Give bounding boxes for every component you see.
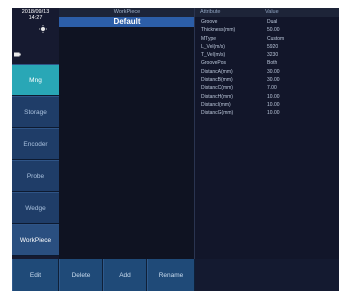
attribute-value: 5920 [267, 43, 279, 50]
attribute-value: 10.00 [267, 101, 280, 108]
table-row[interactable]: MType Custom [195, 35, 339, 43]
attribute-value: 10.00 [267, 93, 280, 100]
add-button-label: Add [119, 271, 131, 279]
attribute-rows: Groove Dual Thickness(mm) 50.00 MType Custo… [195, 18, 339, 118]
table-row[interactable]: L_Vel(m/s) 5920 [195, 43, 339, 51]
add-button[interactable]: Add [103, 259, 147, 291]
sidebar-item-wedge[interactable]: Wedge [12, 192, 59, 224]
attribute-name: DistancA(mm) [201, 68, 233, 75]
attribute-name: DistancI(mm) [201, 101, 231, 108]
attribute-value: 30.00 [267, 68, 280, 75]
attribute-name: Thickness(mm) [201, 27, 236, 34]
table-row[interactable]: T_Vel(m/s) 3230 [195, 51, 339, 59]
attribute-value: 3230 [267, 52, 279, 59]
table-row[interactable]: DistancA(mm) 30.00 [195, 68, 339, 76]
sidebar-item-label: Mng [29, 76, 42, 84]
brightness-icon [39, 25, 47, 33]
sidebar-item-label: Wedge [25, 204, 46, 212]
table-row[interactable]: DistancI(mm) 10.00 [195, 101, 339, 109]
attribute-name: DistancG(mm) [201, 110, 234, 117]
rename-button-label: Rename [158, 271, 184, 279]
datetime-display: 2018/09/13 14:27 [12, 8, 59, 26]
attribute-value: 10.00 [267, 110, 280, 117]
attribute-table: Attribute Value Groove Dual Thickness(mm)… [195, 8, 339, 259]
edit-button-label: Edit [29, 271, 42, 279]
table-row[interactable]: DistancG(mm) 10.00 [195, 109, 339, 117]
attribute-name: MType [201, 35, 217, 42]
sidebar-item-encoder[interactable]: Encoder [12, 128, 59, 160]
left-sidebar: 2018/09/13 14:27 Mng Storage Encoder Pro… [12, 8, 59, 259]
attribute-value: 30.00 [267, 77, 280, 84]
rename-button[interactable]: Rename [147, 259, 195, 291]
attribute-value: Custom [267, 35, 285, 42]
attribute-value: Dual [267, 19, 278, 25]
delete-button[interactable]: Delete [59, 259, 103, 291]
attribute-name: L_Vel(m/s) [201, 43, 225, 50]
sidebar-item-storage[interactable]: Storage [12, 96, 59, 128]
column-header-attribute: Attribute [200, 9, 221, 15]
table-row[interactable]: Groove Dual [195, 18, 339, 26]
table-row[interactable]: DistancH(mm) 10.00 [195, 93, 339, 101]
attribute-value: 50.00 [267, 27, 280, 34]
column-header-value: Value [265, 9, 279, 15]
sidebar-item-mng[interactable]: Mng [12, 64, 59, 96]
attribute-name: DistancC(mm) [201, 85, 233, 92]
sidebar-item-label: Encoder [23, 140, 48, 148]
attribute-name: T_Vel(m/s) [201, 52, 226, 59]
table-row[interactable]: Thickness(mm) 50.00 [195, 26, 339, 34]
battery-icon [14, 52, 21, 57]
attribute-value: 7.00 [267, 85, 277, 92]
device-screen: 2018/09/13 14:27 Mng Storage Encoder Pro… [12, 8, 339, 291]
sidebar-item-workpiece[interactable]: WorkPiece [12, 224, 59, 256]
table-row[interactable]: DistancC(mm) 7.00 [195, 84, 339, 92]
time-text: 14:27 [28, 15, 43, 21]
attribute-name: GroovePos [201, 60, 227, 67]
table-row[interactable]: GroovePos Both [195, 59, 339, 67]
edit-button[interactable]: Edit [12, 259, 59, 291]
workpiece-list-item-selected[interactable]: Default [59, 17, 195, 27]
workpiece-list-panel: WorkPiece Default [59, 8, 195, 259]
attribute-value: Both [267, 60, 278, 67]
bottom-toolbar: Edit Delete Add Rename [12, 259, 339, 291]
table-row[interactable]: DistancB(mm) 30.00 [195, 76, 339, 84]
attribute-name: DistancB(mm) [201, 77, 233, 84]
sidebar-item-label: WorkPiece [19, 236, 52, 244]
sidebar-item-label: Storage [24, 108, 47, 116]
attribute-name: Groove [201, 19, 218, 25]
delete-button-label: Delete [71, 271, 91, 279]
sidebar-item-probe[interactable]: Probe [12, 160, 59, 192]
attribute-table-header: Attribute Value [195, 8, 339, 17]
workpiece-list-header: WorkPiece [59, 8, 195, 17]
attribute-name: DistancH(mm) [201, 93, 233, 100]
sidebar-item-label: Probe [26, 172, 45, 180]
